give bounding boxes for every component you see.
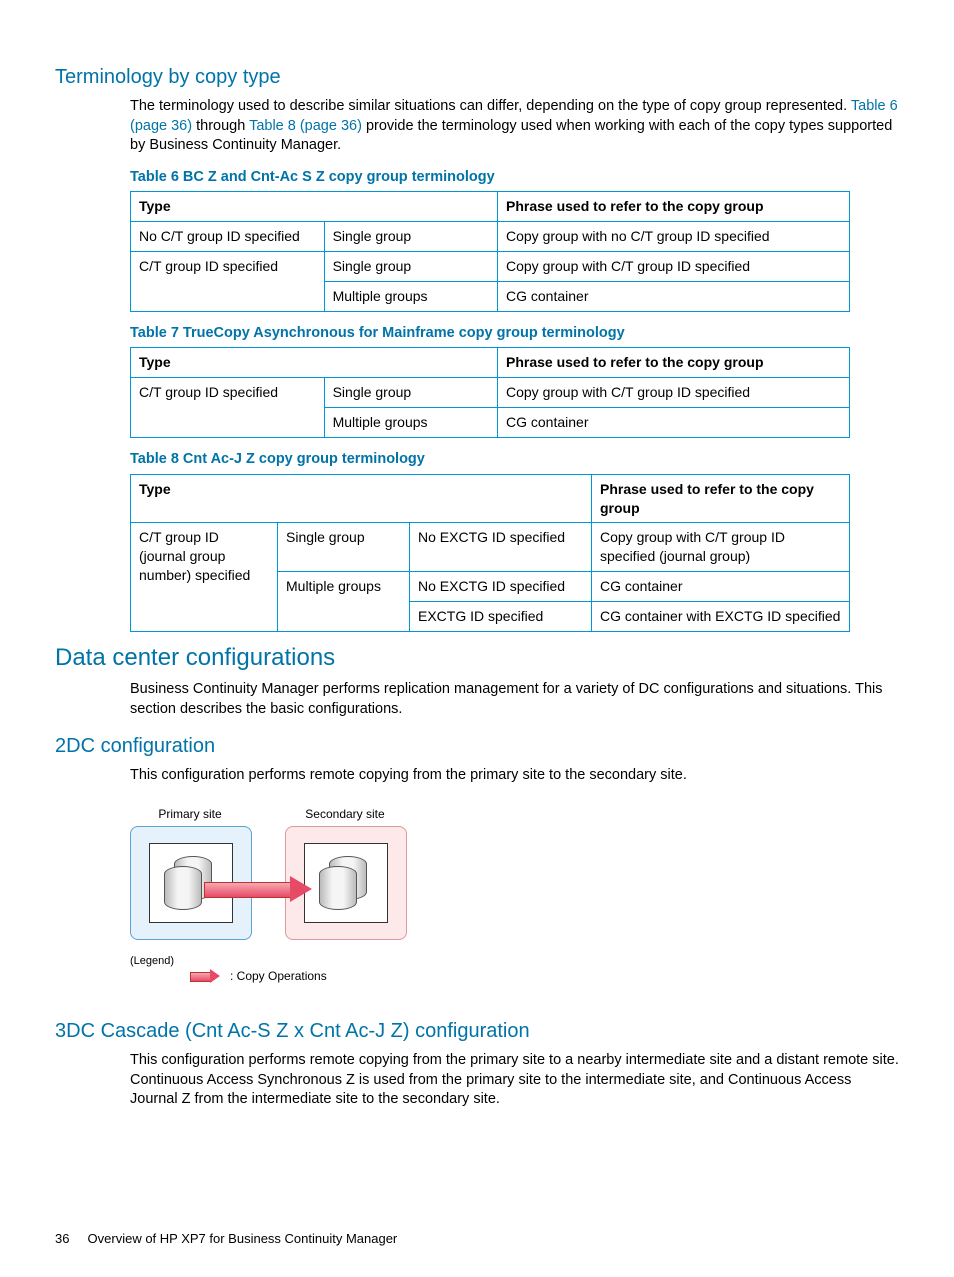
table6-r1c3: Copy group with no C/T group ID specifie… <box>498 222 850 252</box>
table6-r1c1: No C/T group ID specified <box>131 222 325 252</box>
table7-header-phrase: Phrase used to refer to the copy group <box>498 348 850 378</box>
table8-r1c4: Copy group with C/T group ID specified (… <box>592 523 850 572</box>
intro-paragraph: The terminology used to describe similar… <box>130 97 899 156</box>
table8-r2c2: Multiple groups <box>278 572 410 632</box>
table8-caption: Table 8 Cnt Ac-J Z copy group terminolog… <box>130 450 899 470</box>
page-number: 36 <box>55 1231 69 1246</box>
table6-caption: Table 6 BC Z and Cnt-Ac S Z copy group t… <box>130 168 899 188</box>
secondary-inner-box <box>304 843 388 923</box>
secondary-site-label: Secondary site <box>285 806 405 822</box>
table8-r1c2: Single group <box>278 523 410 572</box>
table8-header-phrase: Phrase used to refer to the copy group <box>592 474 850 523</box>
2dc-diagram: Primary site Secondary site (Legend) : C… <box>130 804 450 1004</box>
copy-arrow-icon <box>204 876 312 902</box>
table8-r1c3: No EXCTG ID specified <box>410 523 592 572</box>
table8: Type Phrase used to refer to the copy gr… <box>130 474 850 632</box>
table8-r2c4: CG container <box>592 572 850 602</box>
heading-3dc: 3DC Cascade (Cnt Ac-S Z x Cnt Ac-J Z) co… <box>55 1018 899 1045</box>
intro-text-b: through <box>192 118 249 134</box>
link-table8[interactable]: Table 8 (page 36) <box>249 118 362 134</box>
table6: Type Phrase used to refer to the copy gr… <box>130 191 850 312</box>
table6-r3c2: Multiple groups <box>324 281 497 311</box>
legend-arrow-icon <box>190 969 220 983</box>
table6-header-phrase: Phrase used to refer to the copy group <box>498 192 850 222</box>
footer-title: Overview of HP XP7 for Business Continui… <box>88 1231 398 1246</box>
table7-caption: Table 7 TrueCopy Asynchronous for Mainfr… <box>130 324 899 344</box>
table8-r3c3: EXCTG ID specified <box>410 602 592 632</box>
intro-text-a: The terminology used to describe similar… <box>130 98 851 114</box>
heading-datacenter: Data center configurations <box>55 642 899 674</box>
datacenter-body: Business Continuity Manager performs rep… <box>130 680 899 719</box>
table8-header-type: Type <box>131 474 592 523</box>
table6-r2c3: Copy group with C/T group ID specified <box>498 252 850 282</box>
table7-r1c2: Single group <box>324 378 497 408</box>
cylinder-icon <box>319 866 357 910</box>
table6-r2c2: Single group <box>324 252 497 282</box>
table6-r3c3: CG container <box>498 281 850 311</box>
2dc-body: This configuration performs remote copyi… <box>130 766 899 786</box>
table8-r3c4: CG container with EXCTG ID specified <box>592 602 850 632</box>
cylinder-icon <box>164 866 202 910</box>
table7-r1c3: Copy group with C/T group ID specified <box>498 378 850 408</box>
table7-r2c2: Multiple groups <box>324 408 497 438</box>
page-footer: 36 Overview of HP XP7 for Business Conti… <box>55 1230 899 1248</box>
table7-r2c3: CG container <box>498 408 850 438</box>
heading-2dc: 2DC configuration <box>55 733 899 760</box>
table7-r1c1: C/T group ID specified <box>131 378 325 438</box>
table6-r2c1: C/T group ID specified <box>131 252 325 312</box>
table8-r2c3: No EXCTG ID specified <box>410 572 592 602</box>
table6-r1c2: Single group <box>324 222 497 252</box>
primary-site-label: Primary site <box>130 806 250 822</box>
table7-header-type: Type <box>131 348 498 378</box>
heading-terminology: Terminology by copy type <box>55 64 899 91</box>
table6-header-type: Type <box>131 192 498 222</box>
legend-copyops: : Copy Operations <box>230 968 327 984</box>
legend-label: (Legend) <box>130 954 174 969</box>
3dc-body: This configuration performs remote copyi… <box>130 1051 899 1110</box>
table8-r1c1: C/T group ID (journal group number) spec… <box>131 523 278 632</box>
table7: Type Phrase used to refer to the copy gr… <box>130 347 850 438</box>
